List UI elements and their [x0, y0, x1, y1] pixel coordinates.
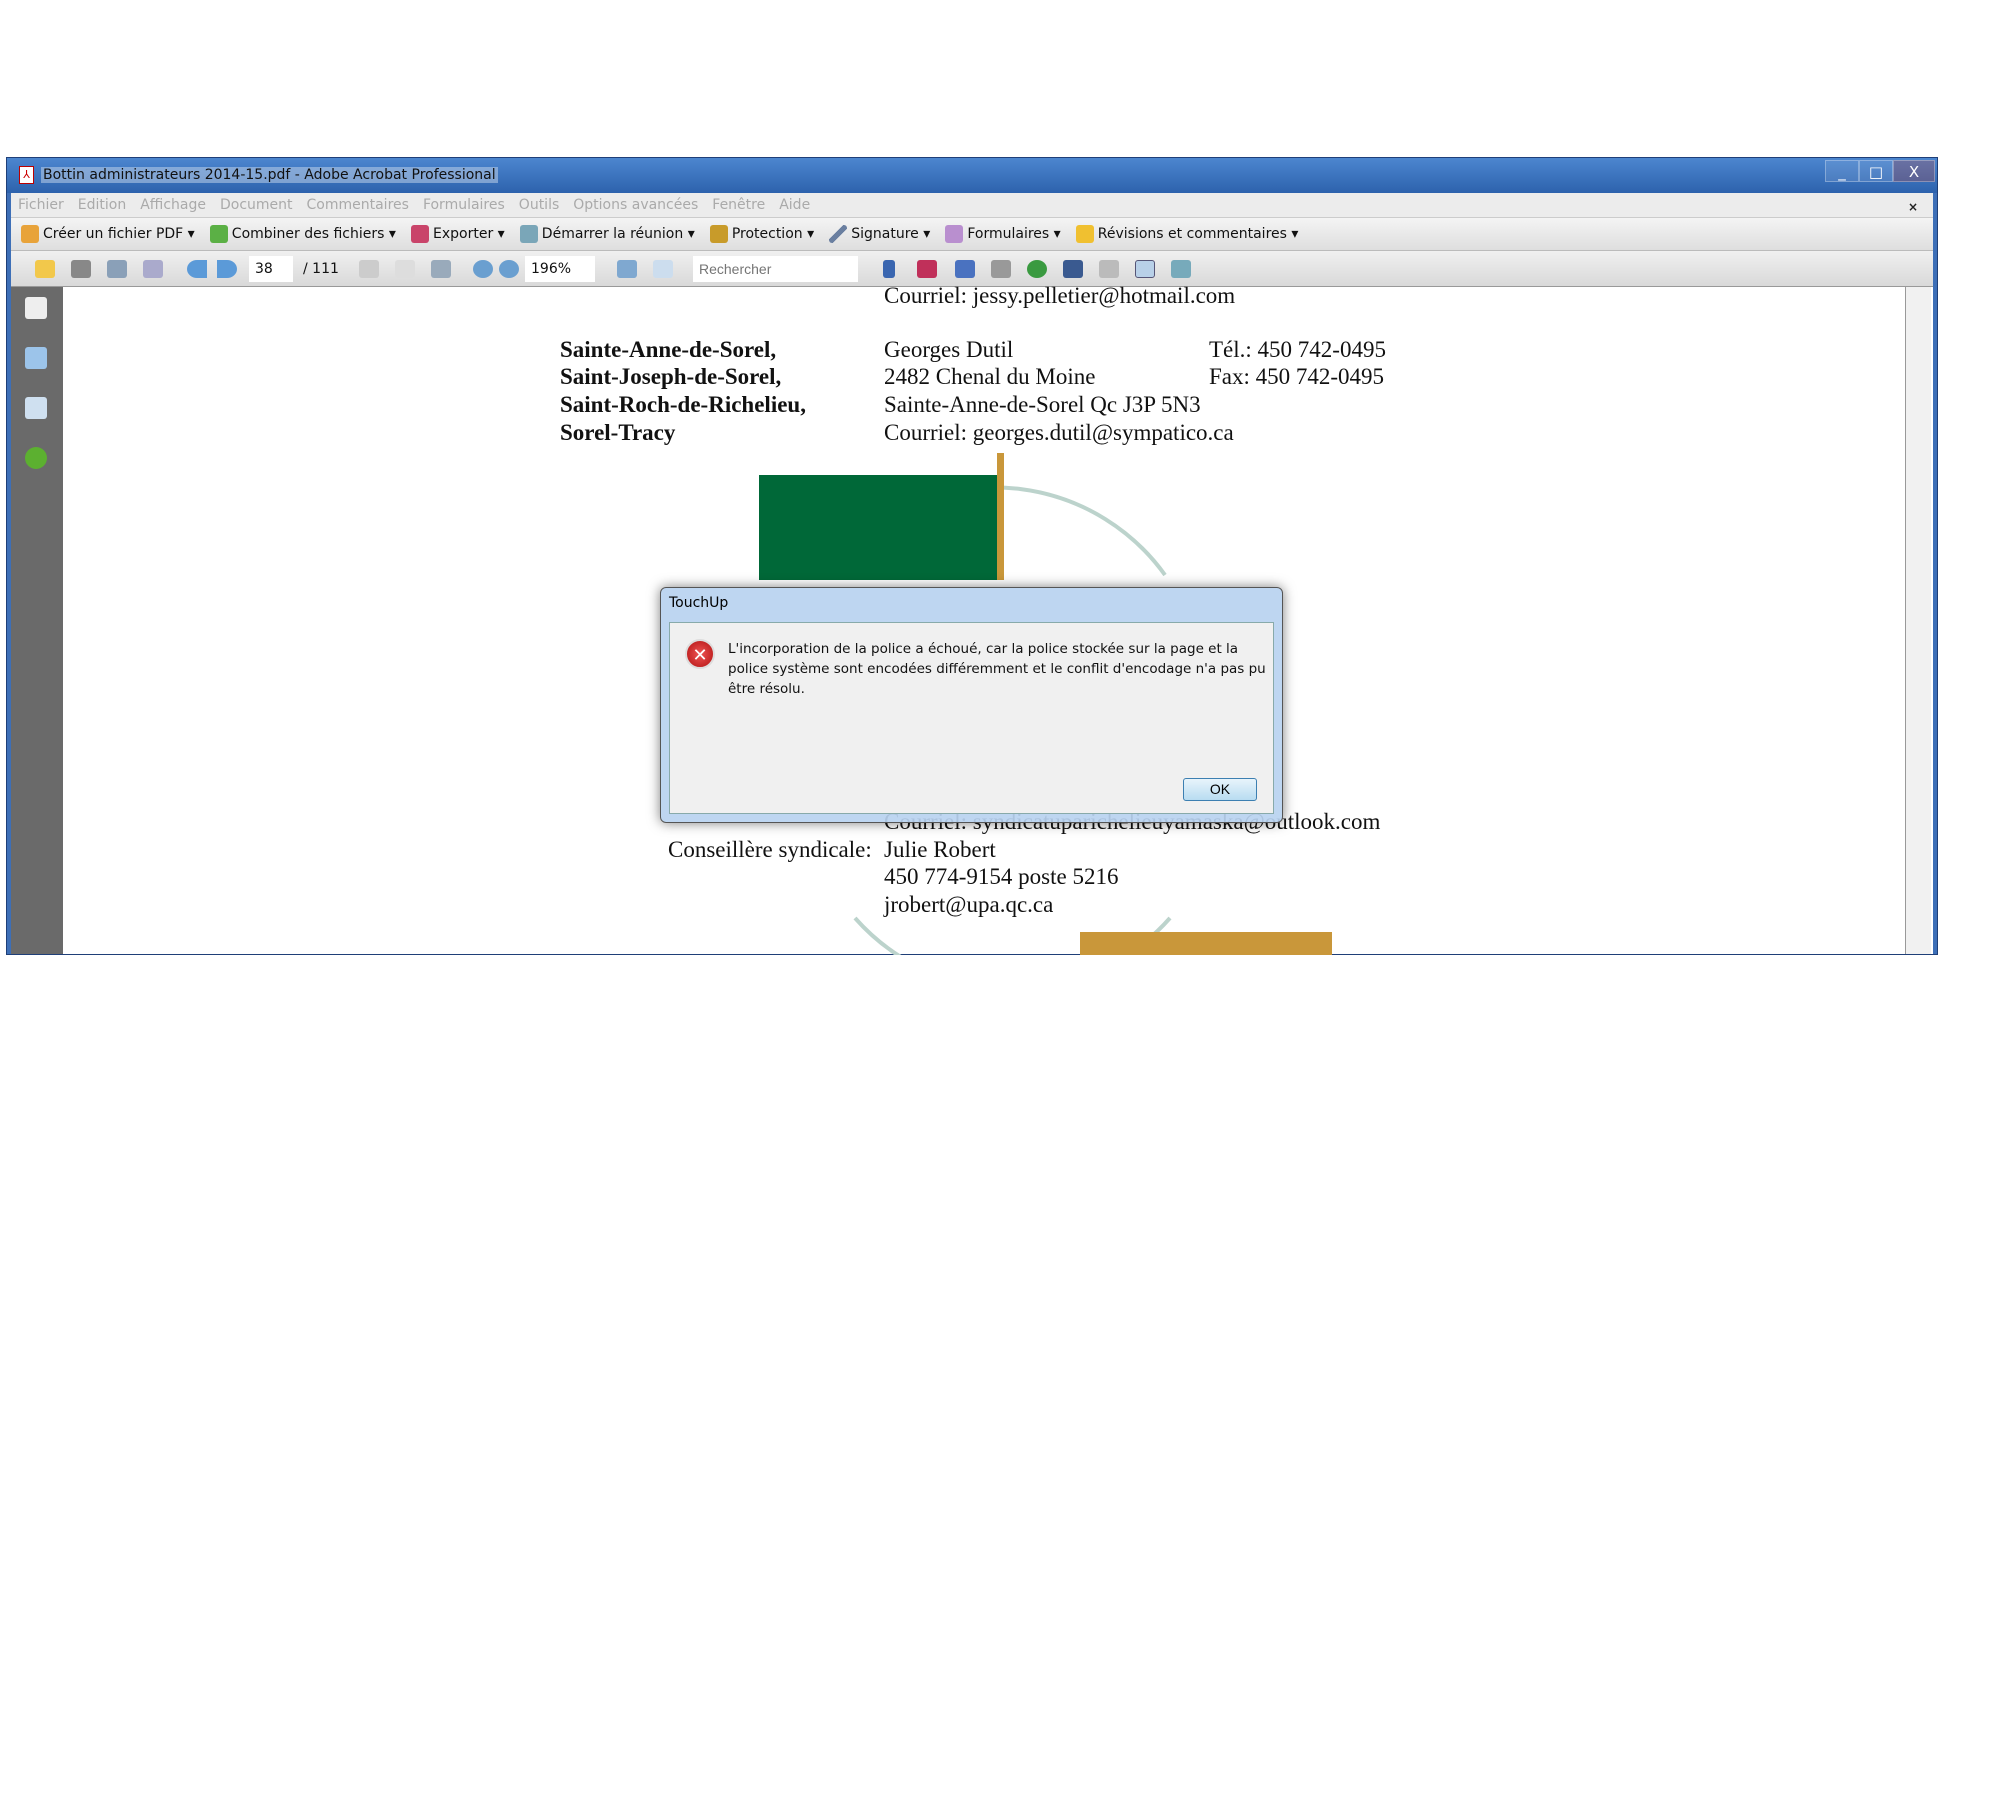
doc-advisor-label: Conseillère syndicale: [668, 837, 872, 862]
doc-contact-line: 2482 Chenal du Moine [884, 364, 1096, 389]
logo-gold-bar [997, 453, 1004, 580]
doc-place: Saint-Roch-de-Richelieu, [560, 392, 806, 417]
error-icon: ✕ [685, 639, 715, 669]
logo-green-block [759, 475, 997, 580]
doc-advisor-line: jrobert@upa.qc.ca [884, 892, 1054, 917]
dialog-body: ✕ L'incorporation de la police a échoué,… [669, 622, 1274, 814]
touchup-dialog: TouchUp ✕ L'incorporation de la police a… [660, 587, 1283, 823]
doc-contact-line: Sainte-Anne-de-Sorel Qc J3P 5N3 [884, 392, 1201, 417]
doc-place: Sainte-Anne-de-Sorel, [560, 337, 777, 362]
doc-advisor-line: Julie Robert [884, 837, 996, 862]
doc-place: Saint-Joseph-de-Sorel, [560, 364, 782, 389]
logo-gold-block [1080, 932, 1332, 955]
doc-fax: Fax: 450 742-0495 [1209, 364, 1385, 389]
ok-button[interactable]: OK [1183, 778, 1257, 801]
doc-phone: Tél.: 450 742-0495 [1209, 337, 1386, 362]
dialog-message: L'incorporation de la police a échoué, c… [728, 641, 1266, 697]
dialog-title: TouchUp [669, 595, 729, 611]
doc-contact-line: Courriel: georges.dutil@sympatico.ca [884, 420, 1234, 445]
doc-email-top: Courriel: jessy.pelletier@hotmail.com [884, 283, 1236, 308]
doc-place: Sorel-Tracy [560, 420, 676, 445]
doc-contact-line: Georges Dutil [884, 337, 1014, 362]
doc-advisor-line: 450 774-9154 poste 5216 [884, 864, 1119, 889]
